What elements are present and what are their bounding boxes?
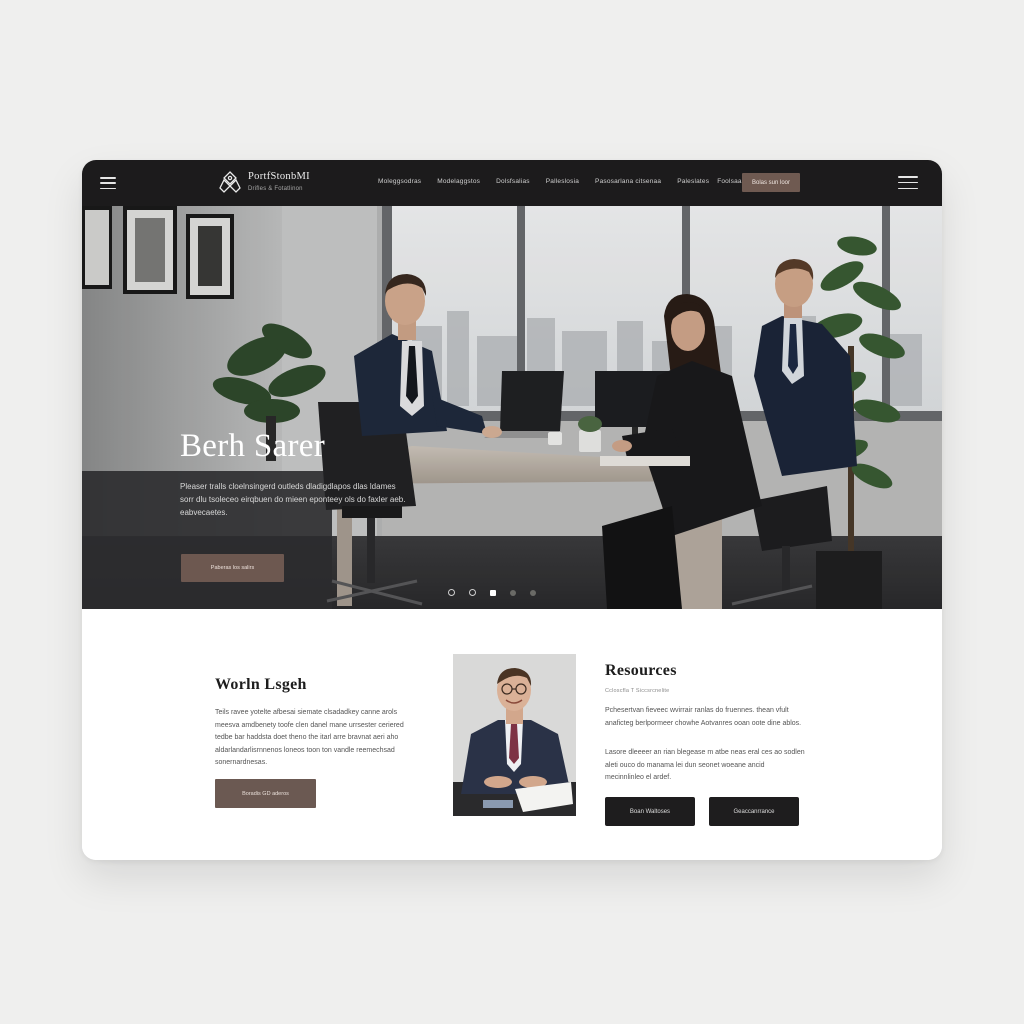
nav-link-6[interactable]: Paleslates — [677, 178, 709, 185]
hero-office-photo — [82, 206, 942, 609]
nav-link-4[interactable]: Palleslosia — [546, 178, 579, 185]
resources-paragraph-1: Pchesertvan fieveec wvirrair ranlas do f… — [605, 707, 802, 727]
nav-links: Moleggsodras Modelaggstos Dolsfsalias Pa… — [378, 178, 780, 185]
carousel-dot-1[interactable] — [448, 589, 455, 596]
carousel-dot-4[interactable] — [510, 589, 516, 596]
resources-paragraph-2: Lasore dleeeer an rian blegease m atbe n… — [605, 749, 805, 781]
menu-icon-right[interactable] — [898, 176, 918, 189]
nav-link-5[interactable]: Pasosarlana citsenaa — [595, 178, 661, 185]
about-title: Worln Lsgeh — [215, 676, 307, 693]
about-description: Teils ravee yotelte afbesai siemate clsa… — [215, 709, 404, 766]
hero-carousel-dots — [448, 589, 536, 596]
hero-section: Berh Sarer Pleaser tralls cloelnsingerd … — [82, 206, 942, 609]
logo-title: PortfStonbMI — [248, 171, 310, 183]
nav-link-2[interactable]: Modelaggstos — [437, 178, 480, 185]
brand-logo[interactable]: PortfStonbMI Drifles & Fotatlinon — [218, 170, 310, 194]
team-member-portrait — [453, 654, 576, 816]
resources-button-1[interactable]: Boan Waltoses — [605, 797, 695, 826]
nav-link-3[interactable]: Dolsfsalias — [496, 178, 530, 185]
about-button[interactable]: Boradis GD aderos — [215, 779, 316, 808]
logo-mark-icon — [219, 171, 241, 193]
nav-link-7[interactable]: Foolsaa — [717, 178, 742, 185]
top-navbar: PortfStonbMI Drifles & Fotatlinon Molegg… — [82, 160, 942, 206]
hero-title: Berh Sarer — [180, 428, 326, 464]
resources-title: Resources — [605, 662, 677, 679]
portrait-photo — [453, 654, 576, 816]
carousel-dot-2[interactable] — [469, 589, 476, 596]
menu-icon[interactable] — [100, 177, 116, 189]
nav-link-1[interactable]: Moleggsodras — [378, 178, 421, 185]
nav-cta-button[interactable]: Bolas sun loor — [742, 173, 800, 192]
resources-button-2[interactable]: Geaccanrrance — [709, 797, 799, 826]
hero-cta-button[interactable]: Paberas los salirs — [181, 554, 284, 582]
logo-subtitle: Drifles & Fotatlinon — [248, 185, 303, 192]
hero-description: Pleaser tralls cloelnsingerd outleds dla… — [180, 482, 406, 517]
carousel-dot-5[interactable] — [530, 589, 536, 596]
resources-subtitle: Ccloscfla T Siccsrcnelite — [605, 688, 670, 694]
content-section: Worln Lsgeh Teils ravee yotelte afbesai … — [82, 609, 942, 860]
browser-window: PortfStonbMI Drifles & Fotatlinon Molegg… — [82, 160, 942, 860]
carousel-dot-3[interactable] — [490, 589, 496, 596]
